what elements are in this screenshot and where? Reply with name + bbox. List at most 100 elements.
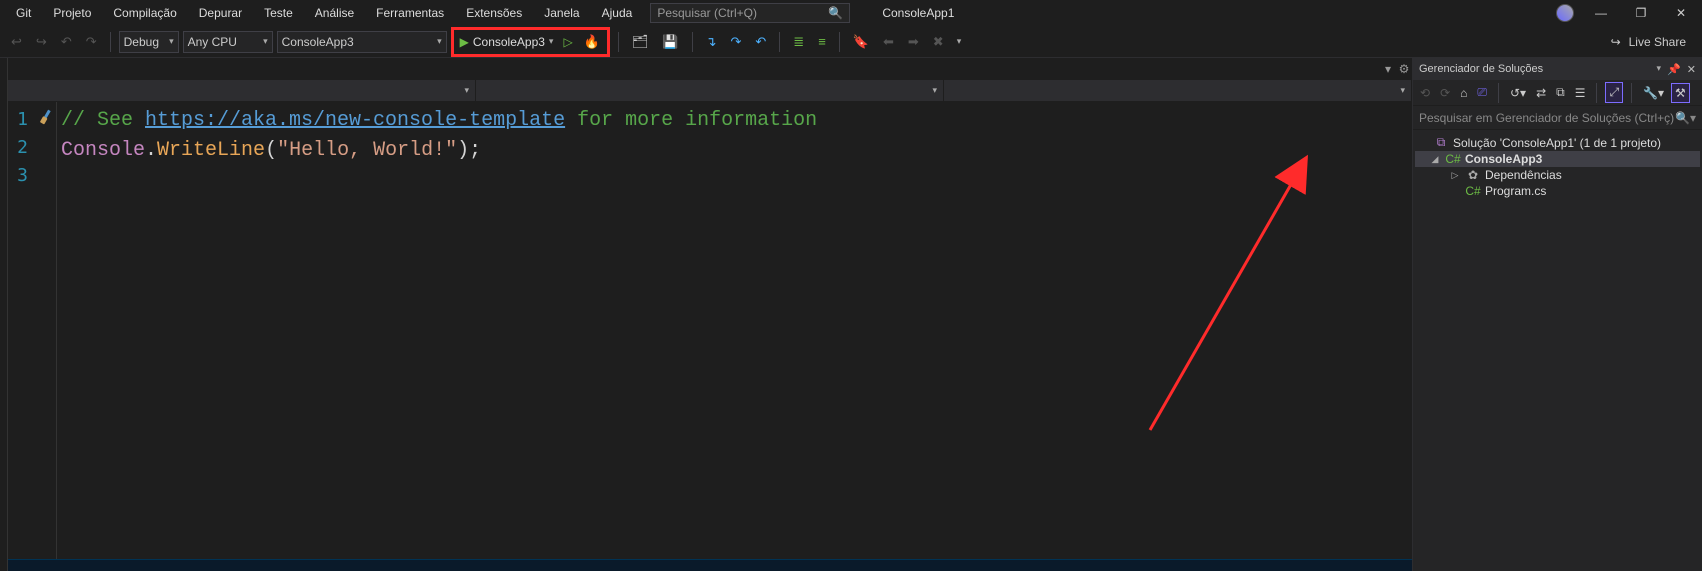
- window-restore-button[interactable]: ❐: [1628, 6, 1654, 20]
- menu-item-window[interactable]: Janela: [534, 2, 589, 24]
- sol-preview-button[interactable]: ⤢: [1605, 82, 1623, 103]
- start-without-debugging-button[interactable]: ▷: [559, 33, 576, 51]
- menu-item-git[interactable]: Git: [6, 2, 41, 24]
- solution-platform-label: Any CPU: [188, 35, 237, 49]
- nav-fwd-button[interactable]: ↪: [31, 31, 52, 53]
- toolbar-overflow-icon[interactable]: ▾: [953, 36, 966, 47]
- screwdriver-icon: [36, 108, 54, 126]
- sol-collapse-button[interactable]: ⧉: [1553, 83, 1568, 102]
- comment-button[interactable]: ≣: [788, 31, 809, 53]
- code-text[interactable]: // See https://aka.ms/new-console-templa…: [56, 102, 1412, 559]
- chevron-down-icon: ▾: [169, 36, 174, 47]
- play-outline-icon: ▷: [563, 35, 572, 49]
- code-string: "Hello, World!": [277, 139, 457, 162]
- solution-root-node[interactable]: ⧉ Solução 'ConsoleApp1' (1 de 1 projeto): [1415, 134, 1700, 151]
- menu-item-tools[interactable]: Ferramentas: [366, 2, 454, 24]
- user-avatar[interactable]: [1556, 4, 1574, 22]
- pin-icon[interactable]: 📌: [1667, 63, 1681, 76]
- menu-item-analyze[interactable]: Análise: [305, 2, 364, 24]
- solution-explorer-search[interactable]: Pesquisar em Gerenciador de Soluções (Ct…: [1413, 106, 1702, 130]
- dependencies-label: Dependências: [1485, 168, 1562, 182]
- csharp-project-icon: C#: [1445, 152, 1461, 166]
- expander-open-icon[interactable]: ◢: [1429, 154, 1441, 165]
- sol-fwd-button[interactable]: ⟳: [1437, 84, 1453, 102]
- bookmark-button[interactable]: 🔖: [848, 31, 874, 53]
- hot-reload-button[interactable]: 🔥: [579, 31, 605, 53]
- bookmark-prev-button[interactable]: ⬅: [878, 31, 899, 53]
- separator: [110, 32, 111, 52]
- solution-config-label: Debug: [124, 35, 159, 49]
- code-nav-bar: ▾ ▾ ▾: [8, 80, 1412, 102]
- code-punct: (: [265, 139, 277, 162]
- step-out-button[interactable]: ↶: [750, 31, 771, 53]
- solution-explorer-title: Gerenciador de Soluções: [1419, 63, 1543, 75]
- menu-item-help[interactable]: Ajuda: [592, 2, 643, 24]
- expander-closed-icon[interactable]: ▷: [1449, 170, 1461, 181]
- uncomment-button[interactable]: ≡: [813, 31, 831, 52]
- start-debugging-label: ConsoleApp3: [473, 35, 545, 49]
- window-minimize-button[interactable]: ―: [1588, 6, 1614, 20]
- glyph-margin[interactable]: [34, 102, 56, 559]
- panel-close-button[interactable]: ✕: [1687, 63, 1696, 76]
- save-all-button[interactable]: 💾: [657, 31, 683, 53]
- sol-filter-button[interactable]: ⇄: [1533, 84, 1549, 102]
- search-placeholder: Pesquisar (Ctrl+Q): [657, 6, 757, 20]
- sol-back-button[interactable]: ⟲: [1417, 84, 1433, 102]
- menu-item-test[interactable]: Teste: [254, 2, 303, 24]
- code-punct: ): [457, 139, 469, 162]
- menu-item-build[interactable]: Compilação: [103, 2, 186, 24]
- nav-type-combo[interactable]: ▾: [476, 80, 944, 101]
- separator: [779, 32, 780, 52]
- liveshare-button[interactable]: Live Share: [1629, 35, 1686, 49]
- bookmark-next-button[interactable]: ➡: [903, 31, 924, 53]
- undo-button[interactable]: ↶: [56, 31, 77, 53]
- sol-sync-button[interactable]: ↺▾: [1507, 84, 1529, 102]
- sol-properties-button[interactable]: 🔧▾: [1640, 84, 1667, 102]
- solution-config-combo[interactable]: Debug ▾: [119, 31, 179, 53]
- solution-platform-combo[interactable]: Any CPU ▾: [183, 31, 273, 53]
- sol-settings-button[interactable]: ⚒: [1671, 83, 1690, 103]
- start-debugging-button[interactable]: ▶ ConsoleApp3 ▾: [456, 33, 558, 51]
- start-debugging-highlight: ▶ ConsoleApp3 ▾ ▷ 🔥: [451, 27, 610, 57]
- sol-home-button[interactable]: ⌂: [1457, 84, 1470, 102]
- step-into-button[interactable]: ↴: [701, 31, 722, 53]
- global-search-input[interactable]: Pesquisar (Ctrl+Q) 🔍: [650, 3, 850, 23]
- redo-button[interactable]: ↷: [81, 31, 102, 53]
- menu-item-extensions[interactable]: Extensões: [456, 2, 532, 24]
- nav-member-combo[interactable]: ▾: [944, 80, 1412, 101]
- nav-back-button[interactable]: ↩: [6, 31, 27, 53]
- startup-project-label: ConsoleApp3: [282, 35, 354, 49]
- separator: [1596, 83, 1597, 103]
- project-node[interactable]: ◢ C# ConsoleApp3: [1415, 151, 1700, 167]
- sol-showall-button[interactable]: ☰: [1572, 84, 1589, 102]
- editor-settings-button[interactable]: ⚙: [1396, 58, 1412, 80]
- window-close-button[interactable]: ✕: [1668, 6, 1694, 20]
- nav-scope-combo[interactable]: ▾: [8, 80, 476, 101]
- app-title: ConsoleApp1: [882, 6, 954, 20]
- code-punct: ;: [469, 139, 481, 162]
- file-label: Program.cs: [1485, 184, 1546, 198]
- panel-dropdown-icon[interactable]: ▾: [1657, 63, 1662, 76]
- open-file-button[interactable]: 🗂: [627, 31, 654, 53]
- chevron-down-icon: ▾: [1400, 85, 1405, 96]
- solution-root-label: Solução 'ConsoleApp1' (1 de 1 projeto): [1453, 136, 1661, 150]
- editor-options-button[interactable]: ▾: [1380, 58, 1396, 80]
- left-dock-gutter[interactable]: [0, 58, 8, 571]
- separator: [618, 32, 619, 52]
- menu-item-project[interactable]: Projeto: [43, 2, 101, 24]
- sol-switch-view-button[interactable]: ⎚: [1474, 83, 1490, 102]
- step-over-button[interactable]: ↷: [725, 31, 746, 53]
- menu-item-debug[interactable]: Depurar: [189, 2, 252, 24]
- separator: [839, 32, 840, 52]
- solution-tree: ⧉ Solução 'ConsoleApp1' (1 de 1 projeto)…: [1413, 130, 1702, 203]
- startup-project-combo[interactable]: ConsoleApp3 ▾: [277, 31, 447, 53]
- csharp-file-icon: C#: [1465, 184, 1481, 198]
- dependency-icon: ✿: [1465, 168, 1481, 182]
- line-number-gutter: 1 2 3: [8, 102, 34, 559]
- line-number: 3: [8, 162, 28, 190]
- search-icon: 🔍▾: [1675, 111, 1696, 125]
- code-link[interactable]: https://aka.ms/new-console-template: [145, 109, 565, 132]
- file-node[interactable]: C# Program.cs: [1415, 183, 1700, 199]
- dependencies-node[interactable]: ▷ ✿ Dependências: [1415, 167, 1700, 183]
- bookmark-clear-button[interactable]: ✖: [928, 31, 949, 53]
